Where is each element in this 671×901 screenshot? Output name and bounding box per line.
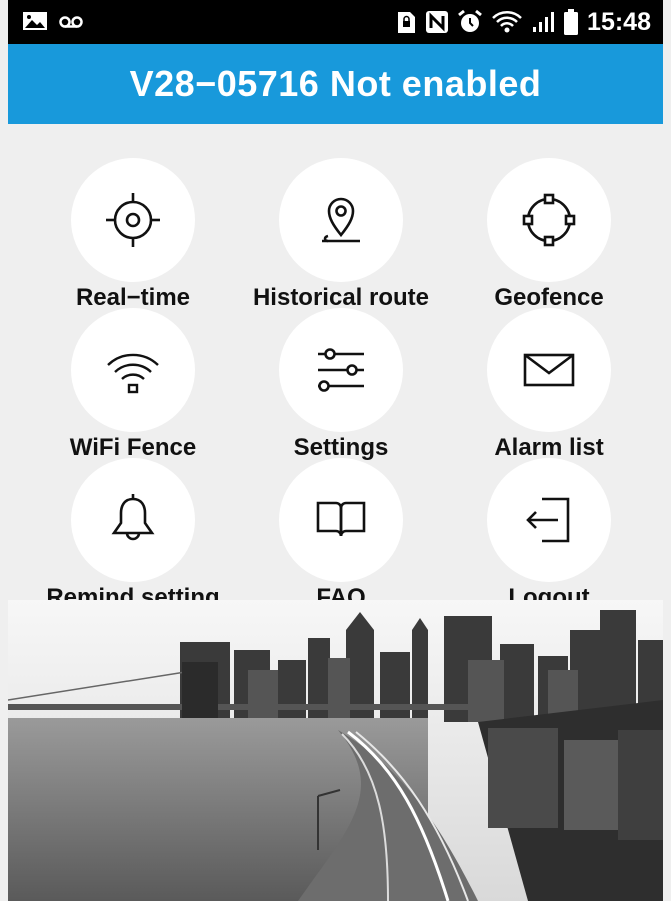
menu-item-real-time[interactable]: Real−time [28, 146, 238, 311]
skyline-illustration [8, 600, 663, 901]
menu-icon-circle [71, 458, 195, 582]
location-pin-icon [322, 197, 360, 243]
status-bar: 15:48 [8, 0, 663, 44]
wifi-icon [107, 353, 159, 394]
bell-icon [111, 494, 155, 541]
menu-icon-circle [279, 308, 403, 432]
menu-item-remind-setting[interactable]: Remind setting [28, 446, 238, 611]
voicemail-icon [59, 16, 83, 28]
alarm-clock-icon [458, 9, 482, 32]
wifi-signal-icon [492, 11, 522, 33]
menu-item-settings[interactable]: Settings [236, 296, 446, 461]
envelope-icon [523, 353, 575, 387]
menu-icon-circle [279, 158, 403, 282]
menu-icon-circle [487, 308, 611, 432]
sliders-icon [318, 348, 364, 392]
menu-icon-circle [71, 308, 195, 432]
nfc-icon [426, 11, 449, 33]
cell-signal-icon [533, 12, 555, 32]
book-icon [316, 501, 366, 537]
image-notification-icon [23, 12, 47, 30]
menu-icon-circle [487, 158, 611, 282]
sim-lock-icon [398, 12, 416, 33]
menu-icon-circle [71, 158, 195, 282]
main-menu-grid: Real−time Historical route Geofence WiFi… [8, 124, 663, 611]
menu-item-historical-route[interactable]: Historical route [236, 146, 446, 311]
menu-item-faq[interactable]: FAQ [236, 446, 446, 611]
menu-item-geofence[interactable]: Geofence [444, 146, 654, 311]
app-header: V28−05716 Not enabled [8, 44, 663, 124]
app-screen: 15:48 V28−05716 Not enabled Real−time Hi… [0, 0, 671, 901]
geofence-icon [522, 193, 576, 247]
city-skyline-image [8, 600, 663, 901]
clock-time: 15:48 [587, 8, 651, 36]
menu-item-alarm-list[interactable]: Alarm list [444, 296, 654, 461]
menu-item-logout[interactable]: Logout [444, 446, 654, 611]
menu-icon-circle [279, 458, 403, 582]
menu-item-wifi-fence[interactable]: WiFi Fence [28, 296, 238, 461]
crosshair-icon [106, 193, 160, 247]
battery-icon [564, 9, 579, 35]
menu-icon-circle [487, 458, 611, 582]
page-title: V28−05716 Not enabled [129, 63, 542, 104]
logout-icon [526, 497, 570, 543]
